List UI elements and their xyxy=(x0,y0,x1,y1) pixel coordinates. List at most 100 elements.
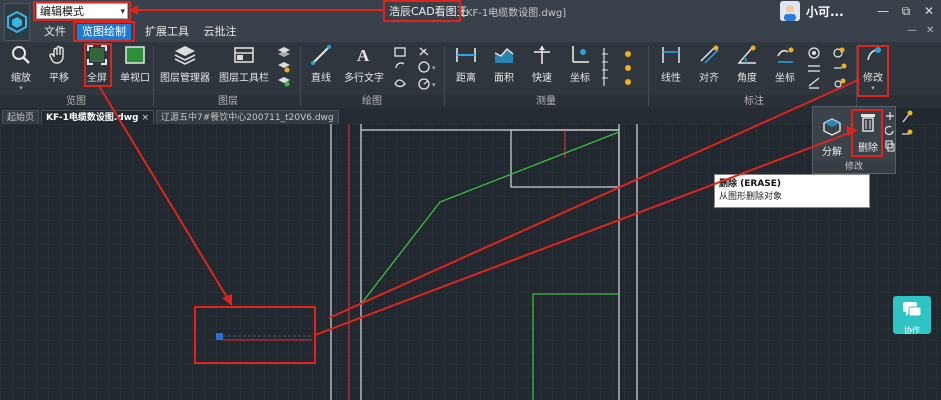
area-icon xyxy=(494,48,514,63)
zoom-button[interactable]: 缩放 ▾ xyxy=(6,44,36,92)
modify-icon xyxy=(867,47,881,61)
group-label-view: 览图 xyxy=(66,96,86,107)
line-tool-button[interactable]: 直线 xyxy=(306,44,336,84)
single-viewport-button[interactable]: 单视口 xyxy=(118,44,152,84)
tooltip-description: 从图形删除对象 xyxy=(719,192,783,202)
explode-button[interactable]: 分解 xyxy=(819,117,845,158)
tab-start-page[interactable]: 起始页 xyxy=(2,110,40,124)
avatar[interactable] xyxy=(780,1,800,21)
distance-icon xyxy=(456,48,476,62)
group-divider xyxy=(856,46,857,106)
linear-dimension-icon xyxy=(662,47,680,63)
linear-dimension-button[interactable]: 线性 xyxy=(656,44,686,84)
drawing-svg xyxy=(0,124,941,400)
ribbon-minimize-button[interactable]: — xyxy=(907,25,917,36)
layer-toolbar-icon xyxy=(234,47,254,63)
modify-button[interactable]: 修改 ▾ xyxy=(858,44,888,92)
ribbon-group-labels: 览图 图层 绘图 测量 标注 xyxy=(0,95,941,108)
delete-tooltip: 删除 (ERASE) 从图形删除对象 xyxy=(714,174,870,208)
coordinate-icon xyxy=(572,46,589,63)
tab-label: 辽源五中7#餐饮中心200711_t20V6.dwg xyxy=(161,113,334,123)
group-divider xyxy=(444,46,445,106)
layer-manager-button[interactable]: 图层管理器 xyxy=(158,44,212,84)
single-viewport-label: 单视口 xyxy=(120,73,150,84)
aligned-dimension-button[interactable]: 对齐 xyxy=(694,44,724,84)
distance-label: 距离 xyxy=(456,73,476,84)
pan-label: 平移 xyxy=(49,73,69,84)
delete-button[interactable]: 删除 xyxy=(853,111,883,154)
app-title: 浩辰CAD看图王 xyxy=(389,5,468,18)
area-button[interactable]: 面积 xyxy=(490,44,518,84)
layer-manager-label: 图层管理器 xyxy=(160,73,210,84)
menu-bar: 文件 览图绘制 扩展工具 云批注 — ✕ xyxy=(0,22,941,42)
modify-extra-icons-right[interactable] xyxy=(900,110,914,140)
line-tool-label: 直线 xyxy=(311,73,331,84)
collaborate-button[interactable]: 协作 xyxy=(893,296,931,335)
quick-measure-icon xyxy=(534,46,550,64)
draw-shape-icons[interactable]: ▾▾ xyxy=(392,46,440,92)
angle-dimension-label: 角度 xyxy=(737,73,757,84)
zoom-icon xyxy=(12,46,30,64)
menu-cloud-annotation[interactable]: 云批注 xyxy=(200,24,240,40)
document-tab-bar: 起始页 KF-1电缆数设图.dwg × 辽源五中7#餐饮中心200711_t20V… xyxy=(0,108,830,124)
modify-panel: 分解 删除 修改 xyxy=(812,106,896,174)
tab-kf1-drawing[interactable]: KF-1电缆数设图.dwg × xyxy=(41,110,155,124)
menu-file[interactable]: 文件 xyxy=(40,24,70,40)
user-name: 小可... xyxy=(806,5,844,19)
chevron-down-icon: ▾ xyxy=(871,84,875,92)
chat-icon xyxy=(903,302,922,317)
group-divider xyxy=(153,46,154,106)
grid-background xyxy=(0,124,941,400)
line-icon xyxy=(311,45,331,65)
modify-panel-footer: 修改 xyxy=(813,161,895,173)
modify-extra-icons[interactable] xyxy=(885,111,895,157)
distance-button[interactable]: 距离 xyxy=(452,44,480,84)
mtext-tool-label: 多行文字 xyxy=(344,73,384,84)
mtext-tool-button[interactable]: A 多行文字 xyxy=(342,44,386,84)
dimension-extra-icons[interactable] xyxy=(806,46,852,92)
ribbon-close-button[interactable]: ✕ xyxy=(926,25,934,36)
drawing-canvas[interactable] xyxy=(0,124,941,400)
close-tab-icon[interactable]: × xyxy=(141,113,149,123)
menu-extension-tools[interactable]: 扩展工具 xyxy=(141,24,193,40)
pan-button[interactable]: 平移 xyxy=(44,44,74,84)
fullscreen-icon xyxy=(87,45,107,65)
quick-measure-label: 快速 xyxy=(532,73,552,84)
layer-state-icons[interactable] xyxy=(277,46,291,90)
chevron-down-icon: ▾ xyxy=(19,84,23,92)
user-avatar-icon xyxy=(784,5,796,21)
mode-selector-value: 编辑模式 xyxy=(40,5,84,18)
cad-viewer-window: 编辑模式 ▾ 浩辰CAD看图王 [KF-1电缆数设图.dwg] 小可... — … xyxy=(0,0,941,400)
text-icon: A xyxy=(357,46,370,65)
layer-toolbar-button[interactable]: 图层工具栏 xyxy=(216,44,272,84)
tooltip-title: 删除 (ERASE) xyxy=(719,179,782,189)
chevron-down-icon: ▾ xyxy=(120,7,125,17)
coordinate-dimension-icon xyxy=(777,47,794,63)
fullscreen-label: 全屏 xyxy=(87,73,107,84)
layers-icon xyxy=(174,46,196,65)
trash-icon xyxy=(861,114,875,132)
coordinate-measure-button[interactable]: 坐标 xyxy=(566,44,594,84)
fullscreen-button[interactable]: 全屏 xyxy=(82,44,112,84)
modify-label: 修改 xyxy=(863,73,883,84)
angle-dimension-button[interactable]: 角度 xyxy=(732,44,762,84)
measure-extra-icons[interactable] xyxy=(600,46,640,92)
close-button[interactable]: ✕ xyxy=(916,0,941,22)
quick-measure-button[interactable]: 快速 xyxy=(528,44,556,84)
tab-liaoyuan-drawing[interactable]: 辽源五中7#餐饮中心200711_t20V6.dwg xyxy=(156,110,339,124)
mode-selector[interactable]: 编辑模式 ▾ xyxy=(36,3,128,19)
app-logo-icon xyxy=(7,11,27,33)
group-label-measure: 测量 xyxy=(536,96,556,107)
title-bar: 编辑模式 ▾ 浩辰CAD看图王 [KF-1电缆数设图.dwg] 小可... — … xyxy=(0,0,941,22)
group-label-draw: 绘图 xyxy=(362,96,382,107)
angle-dimension-icon xyxy=(737,45,756,64)
file-title: [KF-1电缆数设图.dwg] xyxy=(462,8,567,19)
coordinate-dimension-button[interactable]: 坐标 xyxy=(770,44,800,84)
collaborate-label: 协作 xyxy=(904,326,920,335)
menu-view-draw[interactable]: 览图绘制 xyxy=(77,24,131,40)
coordinate-dimension-label: 坐标 xyxy=(775,73,795,84)
viewport-icon xyxy=(125,46,145,64)
aligned-dimension-icon xyxy=(700,45,719,64)
selected-object-grip[interactable] xyxy=(216,333,223,340)
svg-text:A: A xyxy=(357,46,370,65)
